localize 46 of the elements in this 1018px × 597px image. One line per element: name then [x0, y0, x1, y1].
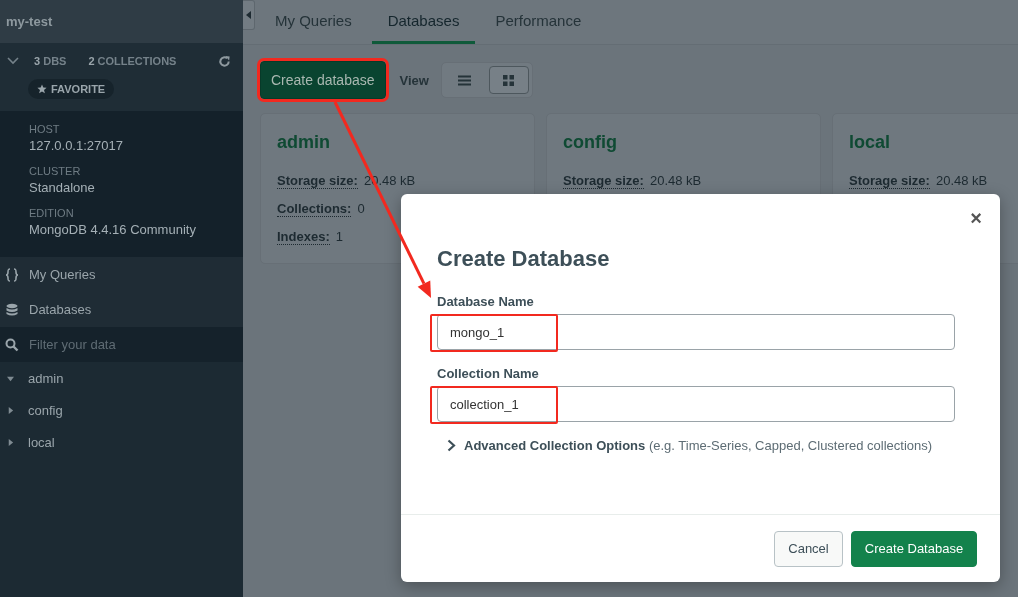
grid-view-button[interactable]: [488, 66, 529, 94]
nav-item[interactable]: Databases: [0, 292, 243, 327]
stat-label: 3 DBS: [34, 55, 67, 67]
tree-item[interactable]: config: [0, 394, 243, 426]
info-value: MongoDB 4.4.16 Community: [29, 222, 197, 237]
info-label: HOST: [29, 123, 61, 135]
nav-item[interactable]: My Queries: [0, 257, 243, 292]
stat-label: Indexes:: [277, 229, 330, 245]
stat-label: 2 COLLECTIONS: [88, 55, 177, 67]
stat-label: Collections:: [277, 201, 352, 217]
tab[interactable]: Databases: [371, 0, 476, 44]
stat-value: 20.48 kB: [649, 173, 702, 189]
grid-icon: [503, 74, 515, 86]
tree-item[interactable]: admin: [0, 362, 243, 394]
view-label: View: [399, 72, 429, 88]
stat-label: Storage size:: [563, 173, 644, 189]
info-value: 127.0.0.1:27017: [29, 138, 124, 153]
collapse-sidebar-button[interactable]: [243, 0, 255, 30]
tree-item[interactable]: local: [0, 426, 243, 458]
stat-value: 0: [357, 201, 365, 217]
close-button[interactable]: ×: [968, 208, 984, 228]
field-label: Database Name: [437, 294, 535, 309]
connection-name: my-test: [6, 14, 53, 29]
refresh-icon[interactable]: [218, 54, 231, 68]
star-icon: [37, 84, 47, 94]
info-label: EDITION: [29, 207, 75, 219]
input-field[interactable]: mongo_1: [437, 314, 955, 350]
create-database-button[interactable]: Create Database: [851, 530, 977, 567]
field-label: Collection Name: [437, 366, 540, 381]
stat-label: Storage size:: [849, 173, 930, 189]
advanced-options-toggle[interactable]: Advanced Collection Options (e.g. Time-Series, Capped, Clustered collections): [447, 438, 933, 453]
stat-value: 1: [335, 229, 343, 245]
filter-field[interactable]: Filter your data: [0, 327, 243, 362]
info-label: CLUSTER: [29, 165, 82, 177]
database-icon: [5, 302, 19, 317]
stat-value: 20.48 kB: [935, 173, 988, 189]
favorite-button[interactable]: FAVORITE: [28, 79, 115, 99]
triangle-left-icon: [246, 11, 251, 19]
search-icon: [5, 338, 19, 352]
cancel-button[interactable]: Cancel: [774, 530, 843, 567]
info-value: Standalone: [29, 180, 96, 195]
list-icon: [458, 74, 472, 86]
braces-icon: [5, 267, 19, 282]
stat-label: Storage size:: [277, 173, 358, 189]
create-database-button[interactable]: Create database: [260, 61, 386, 99]
input-field[interactable]: collection_1: [437, 386, 955, 422]
